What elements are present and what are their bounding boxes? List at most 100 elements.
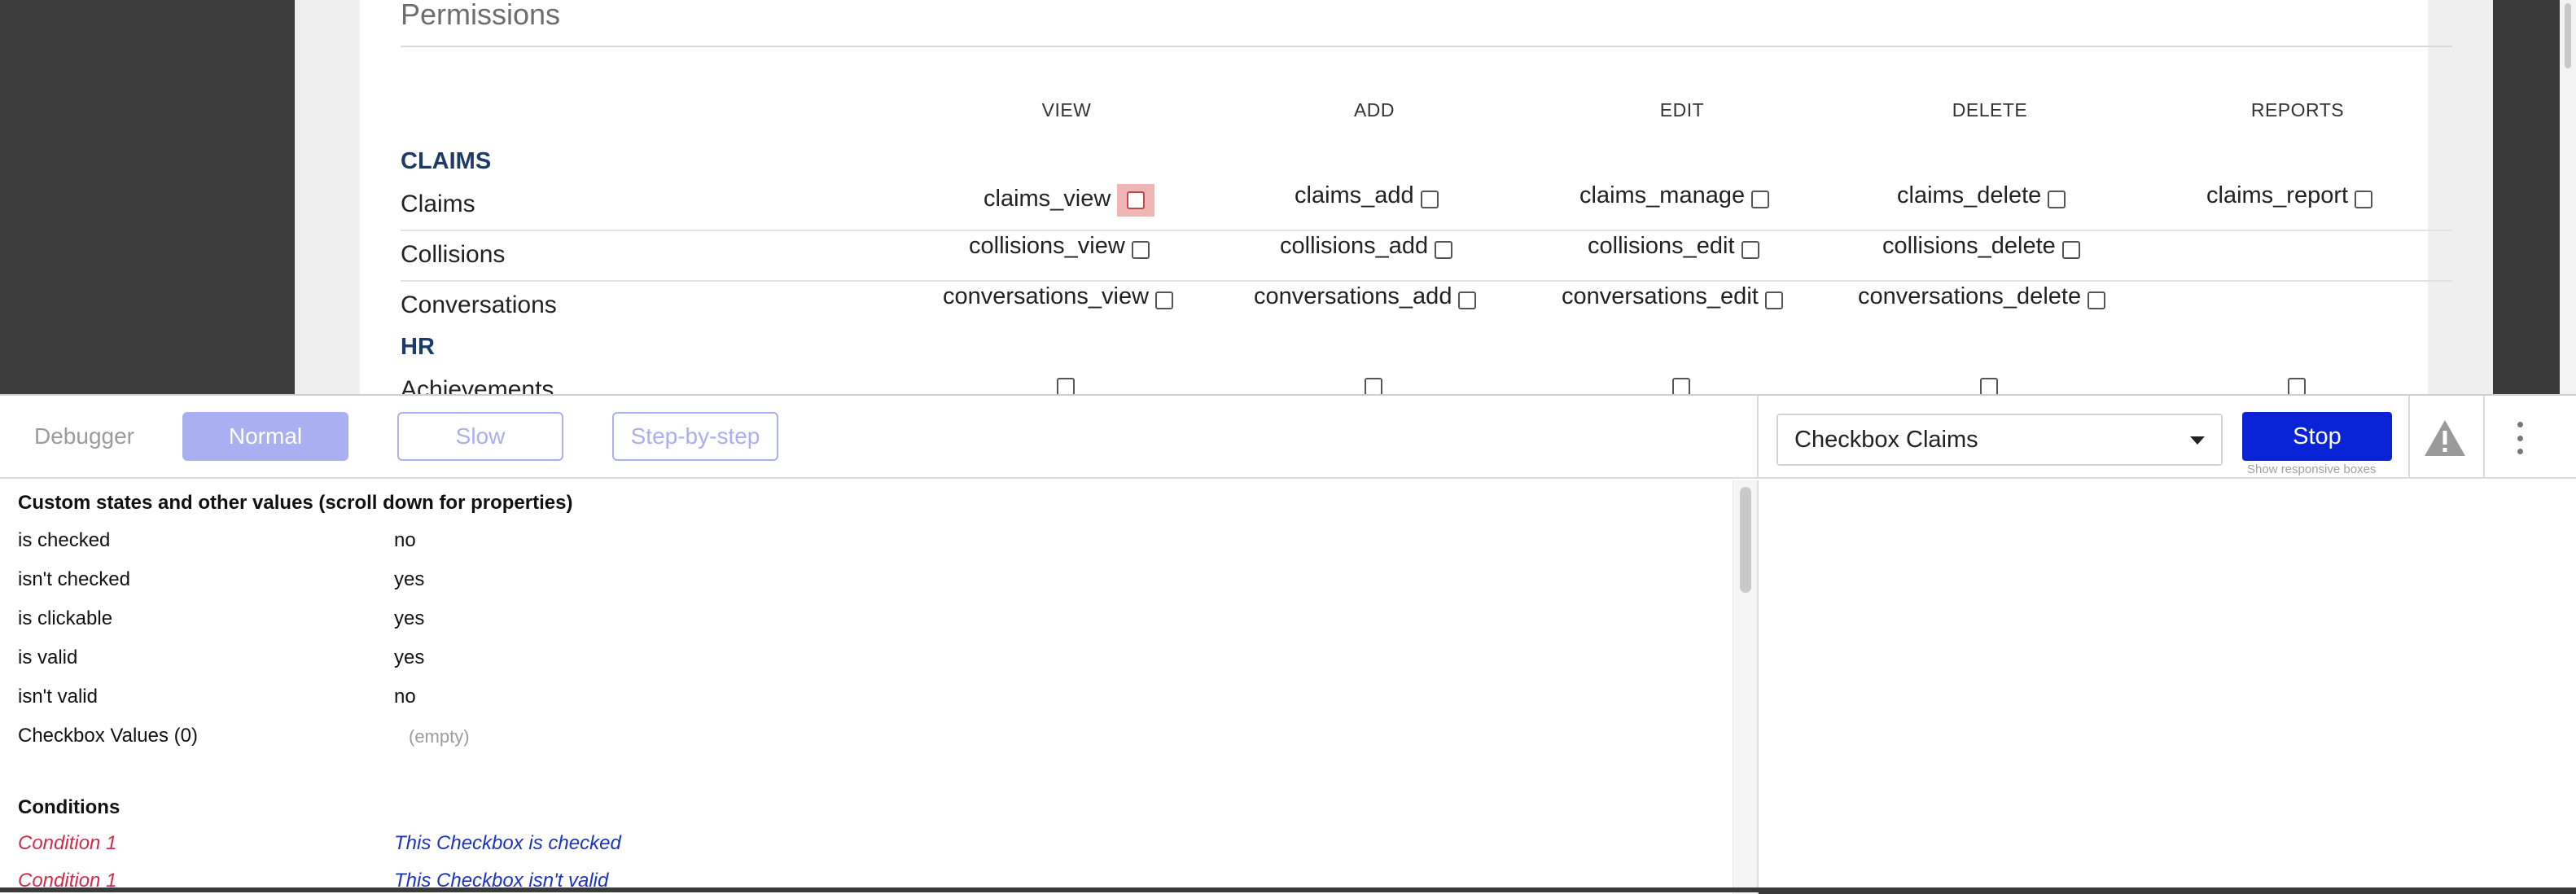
window-bottom-edge	[0, 887, 2576, 892]
permission-name: collisions_delete	[1882, 233, 2056, 259]
permission-name: claims_add	[1295, 182, 1414, 208]
permission-name: claims_delete	[1897, 182, 2042, 208]
property-key: Checkbox Values (0)	[18, 725, 198, 747]
permission-cell: collisions_edit	[1588, 233, 1759, 260]
permission-name: claims_view	[984, 185, 1111, 212]
empty-value-note: (empty)	[409, 726, 470, 747]
permission-name: collisions_view	[969, 233, 1125, 259]
column-header-reports: REPORTS	[2250, 99, 2345, 121]
checkbox-achievements-edit[interactable]	[1672, 378, 1690, 396]
property-value: yes	[394, 607, 425, 629]
permission-name: claims_report	[2206, 182, 2349, 208]
title-divider	[401, 46, 2452, 47]
permission-cell: conversations_view	[943, 283, 1174, 310]
checkbox-achievements-view[interactable]	[1057, 378, 1075, 396]
permission-name: conversations_delete	[1858, 283, 2082, 309]
checkbox-claims-manage[interactable]	[1751, 190, 1770, 208]
checkbox-collisions-add[interactable]	[1435, 240, 1453, 259]
debugger-label: Debugger	[34, 423, 134, 449]
permission-cell: collisions_view	[969, 233, 1150, 260]
permission-cell: collisions_add	[1280, 233, 1453, 260]
permission-name: conversations_edit	[1562, 283, 1759, 309]
element-select-dropdown[interactable]: Checkbox Claims	[1776, 414, 2223, 466]
section-label-hr: HR	[401, 334, 435, 360]
show-responsive-boxes-link[interactable]: Show responsive boxes	[2247, 462, 2376, 476]
column-header-delete: DELETE	[1952, 99, 2028, 121]
column-header-edit: EDIT	[1659, 99, 1705, 121]
properties-heading: Custom states and other values (scroll d…	[18, 492, 573, 514]
left-backdrop	[0, 0, 295, 394]
property-key: is clickable	[18, 607, 113, 629]
speed-step-by-step-button[interactable]: Step-by-step	[612, 412, 778, 461]
debugger-panel: Debugger Normal Slow Step-by-step Checkb…	[0, 394, 2576, 894]
speed-slow-button[interactable]: Slow	[397, 412, 563, 461]
property-value: no	[394, 529, 416, 551]
permission-cell: claims_delete	[1897, 182, 2066, 209]
properties-pane: Custom states and other values (scroll d…	[0, 480, 1733, 894]
more-vertical-icon[interactable]	[2516, 422, 2524, 454]
property-value: yes	[394, 568, 425, 590]
page-scrollbar-thumb[interactable]	[2565, 3, 2571, 68]
page-scrollbar[interactable]	[2560, 0, 2576, 394]
condition-key[interactable]: Condition 1	[18, 832, 116, 855]
conditions-heading: Conditions	[18, 796, 120, 818]
toolbar-divider	[1757, 396, 1759, 479]
app-canvas-area: Permissions VIEW ADD EDIT DELETE REPORTS…	[0, 0, 2576, 403]
property-key: is valid	[18, 646, 78, 668]
warning-icon[interactable]	[2423, 419, 2467, 458]
checkbox-conversations-add[interactable]	[1458, 291, 1477, 309]
column-header-view: VIEW	[1041, 99, 1092, 121]
selected-element-highlight	[1117, 184, 1155, 217]
permission-name: conversations_view	[943, 283, 1150, 309]
permission-name: collisions_add	[1280, 233, 1429, 259]
column-header-add: ADD	[1353, 99, 1395, 121]
property-key: isn't checked	[18, 568, 130, 590]
checkbox-conversations-view[interactable]	[1155, 291, 1174, 309]
checkbox-collisions-delete[interactable]	[2061, 240, 2080, 259]
permission-cell: conversations_add	[1254, 283, 1477, 310]
debugger-toolbar: Debugger Normal Slow Step-by-step Checkb…	[0, 396, 2576, 479]
checkbox-achievements-delete[interactable]	[1980, 378, 1998, 396]
property-key: isn't valid	[18, 686, 98, 708]
properties-scrollbar-thumb[interactable]	[1740, 487, 1751, 593]
row-label-conversations: Conversations	[401, 291, 557, 318]
section-label-claims: CLAIMS	[401, 148, 492, 174]
speed-normal-button[interactable]: Normal	[182, 412, 348, 461]
permission-name: conversations_add	[1254, 283, 1452, 309]
checkbox-collisions-view[interactable]	[1131, 240, 1150, 259]
checkbox-claims-view[interactable]	[1127, 191, 1146, 209]
properties-scrollbar[interactable]	[1733, 480, 1757, 894]
row-divider	[401, 280, 2452, 282]
permission-cell: claims_add	[1295, 182, 1439, 209]
row-label-collisions: Collisions	[401, 241, 506, 268]
permission-cell: claims_view	[984, 182, 1155, 217]
checkbox-collisions-edit[interactable]	[1741, 240, 1759, 259]
permission-cell: claims_report	[2206, 182, 2373, 209]
permission-cell: conversations_delete	[1858, 283, 2106, 310]
permission-cell: collisions_delete	[1882, 233, 2080, 260]
checkbox-claims-add[interactable]	[1420, 190, 1439, 208]
checkbox-achievements-reports[interactable]	[2288, 378, 2306, 396]
permission-name: collisions_edit	[1588, 233, 1735, 259]
checkbox-conversations-edit[interactable]	[1764, 291, 1783, 309]
row-label-claims: Claims	[401, 191, 475, 217]
page-title: Permissions	[401, 0, 561, 31]
row-divider	[401, 230, 2452, 231]
toolbar-divider	[2408, 396, 2410, 479]
chevron-down-icon	[2190, 436, 2205, 445]
pane-divider	[1757, 480, 1759, 894]
checkbox-achievements-add[interactable]	[1365, 378, 1382, 396]
checkbox-claims-delete[interactable]	[2048, 190, 2066, 208]
permission-cell: conversations_edit	[1562, 283, 1783, 310]
stop-button[interactable]: Stop	[2242, 412, 2392, 461]
property-value: no	[394, 686, 416, 708]
checkbox-claims-report[interactable]	[2355, 190, 2373, 208]
permission-cell: claims_manage	[1579, 182, 1770, 209]
toolbar-divider	[2483, 396, 2485, 479]
element-select-value: Checkbox Claims	[1794, 426, 1978, 453]
checkbox-conversations-delete[interactable]	[2088, 291, 2106, 309]
condition-value[interactable]: This Checkbox is checked	[394, 832, 621, 855]
permission-name: claims_manage	[1579, 182, 1746, 208]
property-key: is checked	[18, 529, 111, 551]
property-value: yes	[394, 646, 425, 668]
